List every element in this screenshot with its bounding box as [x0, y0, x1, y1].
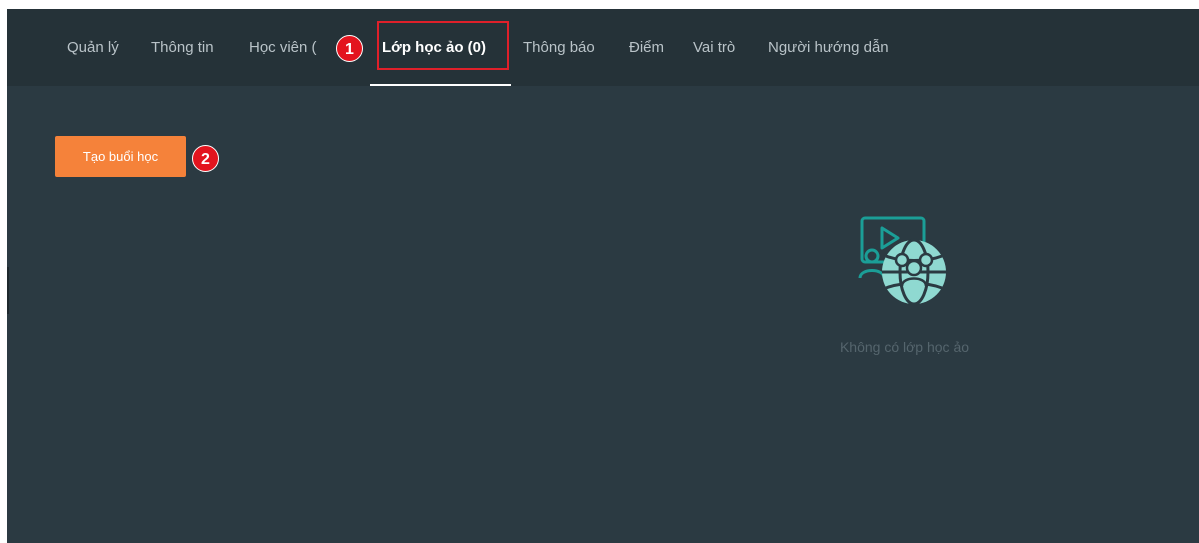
annotation-step-1-badge: 1	[336, 35, 363, 62]
tab-grades[interactable]: Điểm	[629, 38, 664, 58]
tab-students[interactable]: Học viên (	[249, 38, 317, 58]
tab-manage[interactable]: Quản lý	[67, 38, 119, 58]
tab-instructors[interactable]: Người hướng dẫn	[768, 38, 889, 58]
tab-bar: Quản lý Thông tin Học viên ( Lớp học ảo …	[7, 9, 1199, 86]
tab-info[interactable]: Thông tin	[151, 38, 214, 58]
tab-list: Quản lý Thông tin Học viên ( Lớp học ảo …	[7, 9, 1199, 86]
left-edge-marker	[7, 267, 9, 314]
tab-roles[interactable]: Vai trò	[693, 38, 735, 58]
annotation-step-2-badge: 2	[192, 145, 219, 172]
active-tab-indicator	[370, 84, 511, 86]
app-frame: Quản lý Thông tin Học viên ( Lớp học ảo …	[7, 9, 1199, 543]
empty-state-message: Không có lớp học ảo	[839, 339, 970, 355]
tab-announcements[interactable]: Thông báo	[523, 38, 595, 58]
virtual-classroom-icon	[856, 214, 952, 310]
tab-virtual-class[interactable]: Lớp học ảo (0)	[382, 38, 486, 58]
create-session-button[interactable]: Tạo buổi học	[55, 136, 186, 177]
